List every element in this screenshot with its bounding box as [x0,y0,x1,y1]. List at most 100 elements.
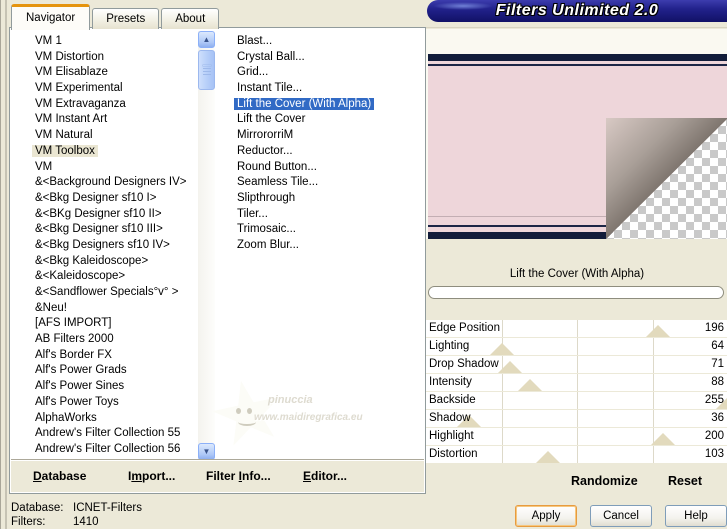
filter-item-mirrororrim[interactable]: MirrororriM [234,128,425,144]
filter-item-label: Zoom Blur... [237,238,299,251]
slider-intensity[interactable]: Intensity 88 [426,374,727,391]
filter-item-lift-the-cover-with-alpha[interactable]: Lift the Cover (With Alpha) [234,97,425,113]
help-button[interactable]: Help [665,505,727,527]
filter-item-slipthrough[interactable]: Slipthrough [234,191,425,207]
preview-image[interactable] [428,54,727,239]
category-item-background-designers-iv[interactable]: &<Background Designers IV> [32,175,198,191]
filter-item-label: MirrororriM [237,129,294,142]
filter-item-blast[interactable]: Blast... [234,34,425,50]
category-item-label: &<Bkg Designers sf10 IV> [35,238,170,251]
category-item-vm-toolbox[interactable]: VM Toolbox [32,144,198,160]
category-item-alf-s-power-sines[interactable]: Alf's Power Sines [32,379,198,395]
slider-distortion[interactable]: Distortion 103 [426,446,727,463]
toolbar-button-editor[interactable]: Editor... [303,469,347,483]
category-item-vm-instant-art[interactable]: VM Instant Art [32,112,198,128]
slider-thumb[interactable] [518,379,543,391]
category-item-afs-import[interactable]: [AFS IMPORT] [32,316,198,332]
category-item-andrew-s-filter-collection-56[interactable]: Andrew's Filter Collection 56 [32,442,198,458]
category-item-bkg-designers-sf10-iv[interactable]: &<Bkg Designers sf10 IV> [32,238,198,254]
slider-tick [577,320,578,337]
tab-navigator[interactable]: Navigator [11,4,91,30]
filter-item-round-button[interactable]: Round Button... [234,160,425,176]
scrollbar-thumb[interactable] [198,50,215,90]
scrollbar-down-icon[interactable]: ▼ [198,443,215,460]
slider-thumb[interactable] [489,343,514,355]
filter-item-label: Grid... [237,66,269,79]
slider-edge-position[interactable]: Edge Position 196 [426,320,727,337]
category-item-vm-elisablaze[interactable]: VM Elisablaze [32,65,198,81]
toolbar-button-filter-info[interactable]: Filter Info... [206,469,271,483]
slider-highlight[interactable]: Highlight 200 [426,428,727,445]
category-item-ab-filters-2000[interactable]: AB Filters 2000 [32,332,198,348]
category-item-sandflower-specials-v[interactable]: &<Sandflower Specials°v° > [32,285,198,301]
slider-value: 103 [704,448,724,460]
category-scrollbar[interactable]: ▲ ▼ [198,31,215,460]
filter-item-grid[interactable]: Grid... [234,65,425,81]
category-item-andrew-s-filter-collection-55[interactable]: Andrew's Filter Collection 55 [32,426,198,442]
filter-item-crystal-ball[interactable]: Crystal Ball... [234,50,425,66]
slider-drop-shadow[interactable]: Drop Shadow 71 [426,356,727,373]
filter-item-reductor[interactable]: Reductor... [234,144,425,160]
category-item-vm-extravaganza[interactable]: VM Extravaganza [32,97,198,113]
reset-button[interactable]: Reset [668,474,702,488]
toolbar-button-database[interactable]: Database [33,469,86,483]
category-item-alf-s-power-grads[interactable]: Alf's Power Grads [32,363,198,379]
tab-about[interactable]: About [161,8,220,29]
category-item-bkg-kaleidoscope[interactable]: &<Bkg Kaleidoscope> [32,254,198,270]
slider-value: 200 [704,430,724,442]
category-item-bkg-designer-sf10-iii[interactable]: &<Bkg Designer sf10 III> [32,222,198,238]
category-item-label: &<Kaleidoscope> [35,270,126,283]
category-item-vm-experimental[interactable]: VM Experimental [32,81,198,97]
slider-label: Drop Shadow [429,358,499,370]
category-item-label: VM Natural [35,129,93,142]
preview-panel: Lift the Cover (With Alpha) Edge Positio… [426,27,727,494]
slider-value: 255 [704,394,724,406]
filter-item-label: Seamless Tile... [237,176,319,189]
randomize-button[interactable]: Randomize [571,474,638,488]
category-item-kaleidoscope[interactable]: &<Kaleidoscope> [32,269,198,285]
toolbar-button-import[interactable]: Import... [128,469,175,483]
filter-item-instant-tile[interactable]: Instant Tile... [234,81,425,97]
status-value: 1410 [73,516,99,528]
title-banner-text: Filters Unlimited 2.0 [495,2,659,19]
filter-item-label: Lift the Cover (With Alpha) [234,97,375,110]
filter-item-zoom-blur[interactable]: Zoom Blur... [234,238,425,254]
filter-item-trimosaic[interactable]: Trimosaic... [234,222,425,238]
slider-label: Intensity [429,376,472,388]
slider-value: 71 [711,358,724,370]
scrollbar-up-icon[interactable]: ▲ [198,31,215,48]
slider-tick [652,410,654,427]
apply-button[interactable]: Apply [515,505,577,527]
title-banner: Filters Unlimited 2.0 [427,0,727,22]
cancel-button[interactable]: Cancel [590,505,652,527]
filters-unlimited-dialog: Navigator Presets About Filters Unlimite… [0,0,727,529]
category-item-neu[interactable]: &Neu! [32,301,198,317]
category-item-vm[interactable]: VM [32,160,198,176]
filter-item-label: Lift the Cover [237,113,306,126]
tab-presets[interactable]: Presets [92,8,160,29]
slider-tick [652,338,654,355]
slider-backside[interactable]: Backside 255 [426,392,727,409]
category-item-bkg-designer-sf10-ii[interactable]: &<BKg Designer sf10 II> [32,207,198,223]
filter-item-lift-the-cover[interactable]: Lift the Cover [234,112,425,128]
category-item-label: VM [35,160,53,173]
slider-tick [652,446,654,463]
slider-tick [652,392,654,409]
category-item-alf-s-border-fx[interactable]: Alf's Border FX [32,348,198,364]
category-item-bkg-designer-sf10-i[interactable]: &<Bkg Designer sf10 I> [32,191,198,207]
slider-thumb[interactable] [646,325,671,337]
category-item-vm-1[interactable]: VM 1 [32,34,198,50]
category-item-vm-distortion[interactable]: VM Distortion [32,50,198,66]
slider-tick [652,374,654,391]
slider-thumb[interactable] [535,451,560,463]
slider-tick [652,356,654,373]
category-item-alphaworks[interactable]: AlphaWorks [32,411,198,427]
filter-item-seamless-tile[interactable]: Seamless Tile... [234,175,425,191]
slider-shadow[interactable]: Shadow 36 [426,410,727,427]
slider-lighting[interactable]: Lighting 64 [426,338,727,355]
category-item-alf-s-power-toys[interactable]: Alf's Power Toys [32,395,198,411]
category-item-vm-natural[interactable]: VM Natural [32,128,198,144]
slider-thumb[interactable] [650,433,675,445]
slider-thumb[interactable] [498,361,523,373]
filter-item-tiler[interactable]: Tiler... [234,207,425,223]
